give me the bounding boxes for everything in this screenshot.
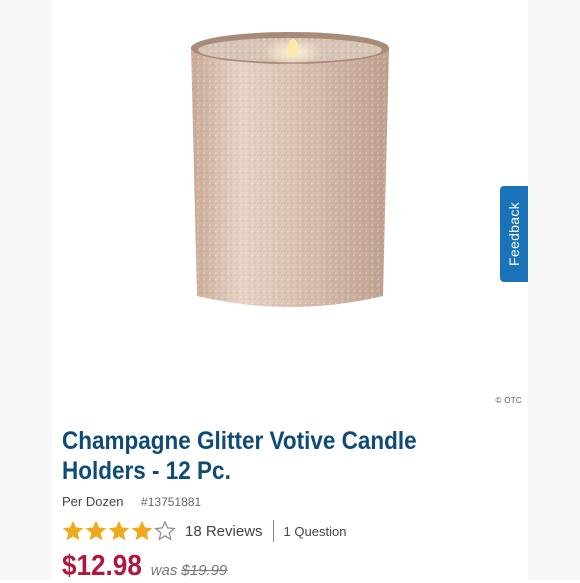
rating-divider xyxy=(272,520,274,542)
candle-holder-image xyxy=(191,32,389,307)
feedback-tab[interactable]: Feedback xyxy=(500,186,528,282)
price-row: $12.98 was $19.99 xyxy=(62,550,227,583)
sku-number: #13751881 xyxy=(141,495,202,509)
star-filled-icon xyxy=(131,520,153,541)
product-title: Champagne Glitter Votive Candle Holders … xyxy=(62,427,417,485)
image-copyright: © OTC xyxy=(495,396,522,405)
star-filled-icon xyxy=(85,520,107,541)
reviews-link[interactable]: 18 Reviews xyxy=(185,523,263,540)
questions-link[interactable]: 1 Question xyxy=(284,524,347,539)
star-rating[interactable] xyxy=(62,520,177,542)
star-empty-icon xyxy=(154,520,176,541)
rating-row: 18 Reviews 1 Question xyxy=(62,520,346,542)
product-page: © OTC Champagne Glitter Votive Candle Ho… xyxy=(52,0,528,583)
product-meta: Per Dozen #13751881 xyxy=(62,494,201,509)
left-gutter xyxy=(0,0,52,580)
right-gutter xyxy=(528,0,580,580)
star-filled-icon xyxy=(108,520,130,541)
feedback-label: Feedback xyxy=(506,202,523,266)
star-filled-icon xyxy=(62,520,84,541)
was-label: was xyxy=(150,562,178,579)
unit-label: Per Dozen xyxy=(62,494,124,509)
product-image[interactable]: © OTC xyxy=(52,0,528,410)
was-price: was $19.99 xyxy=(151,562,228,579)
screenshot-frame: © OTC Champagne Glitter Votive Candle Ho… xyxy=(0,0,580,583)
original-price: $19.99 xyxy=(181,562,228,579)
current-price: $12.98 xyxy=(62,550,142,582)
